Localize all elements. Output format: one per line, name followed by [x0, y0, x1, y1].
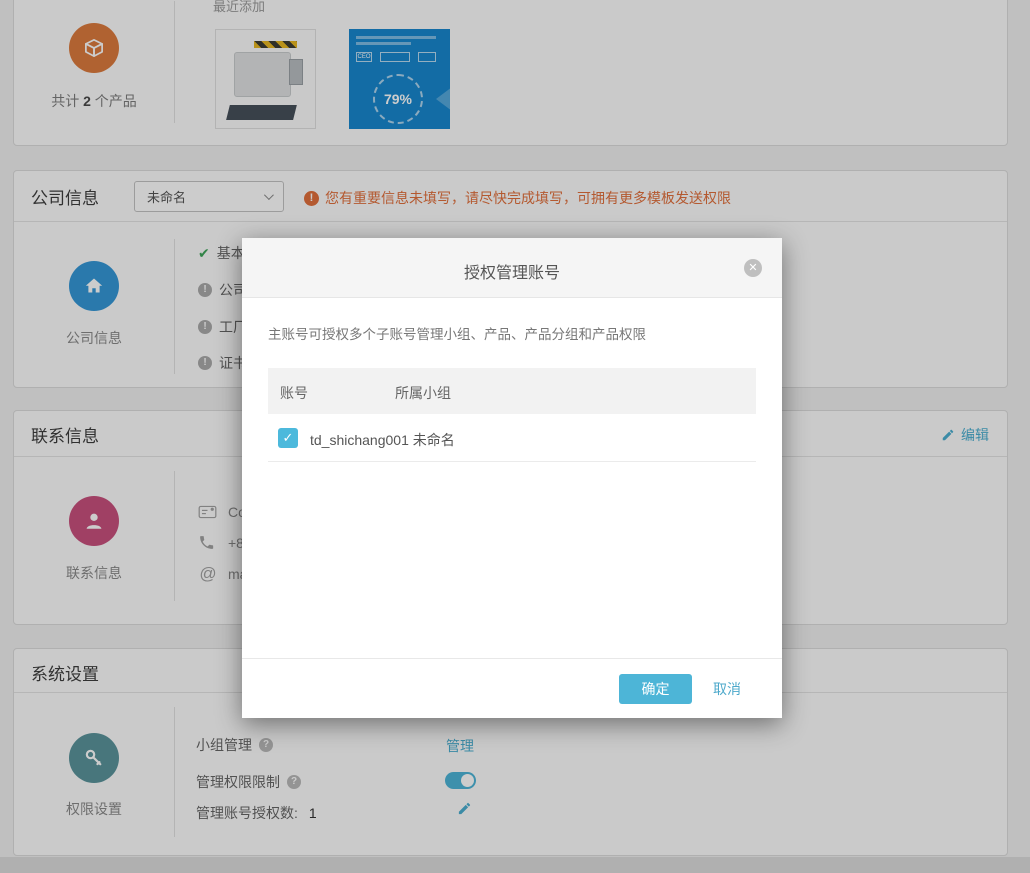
table-header-row: 账号 所属小组: [268, 368, 756, 414]
modal-header: 授权管理账号 ✕: [242, 238, 782, 298]
account-group: 未命名: [413, 432, 455, 448]
table-row: ✓ td_shichang001 未命名: [268, 414, 756, 462]
accounts-table: 账号 所属小组 ✓ td_shichang001 未命名: [268, 368, 756, 462]
confirm-button[interactable]: 确定: [619, 674, 692, 704]
modal-title: 授权管理账号: [242, 259, 782, 283]
account-row-text: td_shichang001 未命名: [310, 430, 455, 450]
account-checkbox[interactable]: ✓: [278, 428, 298, 448]
account-name: td_shichang001: [310, 432, 409, 448]
modal-description: 主账号可授权多个子账号管理小组、产品、产品分组和产品权限: [268, 323, 646, 343]
close-icon[interactable]: ✕: [744, 259, 762, 277]
modal-footer: 确定 取消: [242, 658, 782, 718]
column-header-group: 所属小组: [395, 383, 451, 403]
authorize-accounts-modal: 授权管理账号 ✕ 主账号可授权多个子账号管理小组、产品、产品分组和产品权限 账号…: [242, 238, 782, 718]
cancel-button[interactable]: 取消: [713, 679, 741, 699]
column-header-account: 账号: [280, 383, 308, 403]
